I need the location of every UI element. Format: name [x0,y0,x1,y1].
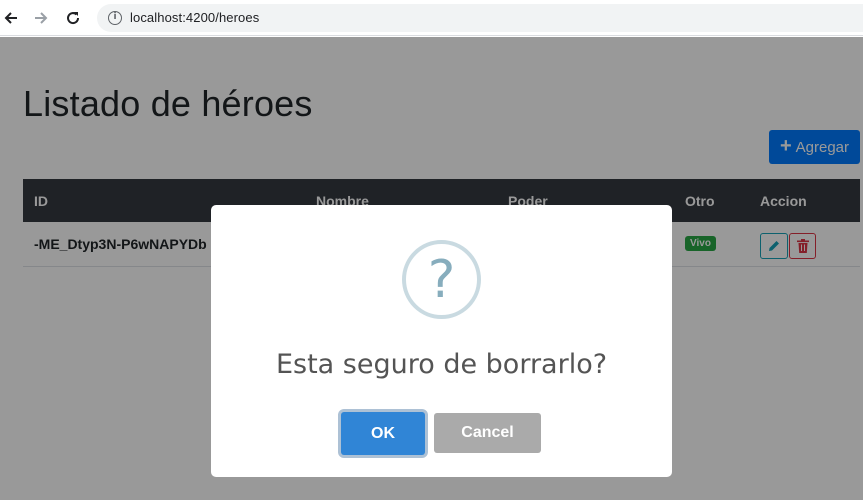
cancel-button[interactable]: Cancel [434,413,541,453]
info-icon[interactable]: i [108,11,122,25]
browser-toolbar: i localhost:4200/heroes [0,0,863,36]
question-mark-icon: ? [402,240,481,319]
dialog-message: Esta seguro de borrarlo? [275,349,608,380]
back-arrow-icon[interactable] [1,8,21,28]
url-text: localhost:4200/heroes [130,10,260,25]
address-bar[interactable]: i localhost:4200/heroes [97,4,863,32]
reload-icon[interactable] [63,8,83,28]
ok-button[interactable]: OK [341,412,425,455]
forward-arrow-icon[interactable] [31,8,51,28]
confirm-dialog: ? Esta seguro de borrarlo? OK Cancel [211,205,672,477]
